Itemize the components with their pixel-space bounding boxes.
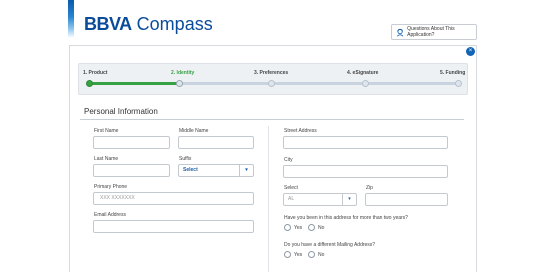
- primary-phone-field[interactable]: XXX XXXXXXX: [93, 192, 254, 205]
- primary-phone-label: Primary Phone: [94, 184, 128, 190]
- suffix-select[interactable]: Select ▾: [178, 164, 254, 177]
- email-field[interactable]: [93, 220, 254, 233]
- mailing-no-radio[interactable]: [308, 251, 315, 258]
- chevron-down-icon: ▾: [239, 165, 253, 176]
- first-name-field[interactable]: [93, 136, 170, 149]
- mailing-question: Do you have a different Mailing Address?: [284, 242, 376, 248]
- section-title: Personal Information: [84, 107, 158, 116]
- city-field[interactable]: [283, 165, 448, 178]
- state-select[interactable]: AL ▾: [283, 193, 357, 206]
- step-dot-preferences: [268, 80, 275, 87]
- suffix-label: Suffix: [179, 156, 192, 162]
- mailing-no-label: No: [318, 252, 325, 258]
- questions-button[interactable]: Questions About This Application?: [391, 24, 477, 40]
- middle-name-field[interactable]: [178, 136, 254, 149]
- step-dot-funding: [455, 80, 462, 87]
- suffix-select-value: Select: [183, 167, 198, 173]
- zip-label: Zip: [366, 185, 373, 191]
- city-label: City: [284, 157, 293, 163]
- state-select-value: AL: [288, 196, 295, 202]
- step-dot-identity: [176, 80, 183, 87]
- progress-steps: 1. Product 2. Identity 3. Preferences 4.…: [78, 63, 468, 95]
- two-years-question: Have you been in this address for more t…: [284, 215, 408, 221]
- chevron-down-icon: ▾: [342, 194, 356, 205]
- mailing-yes-label: Yes: [294, 252, 303, 258]
- progress-fill: [89, 82, 179, 85]
- step-identity: 2. Identity: [171, 70, 195, 76]
- two-years-no-label: No: [318, 225, 325, 231]
- two-years-yes-radio[interactable]: [284, 224, 291, 231]
- questions-button-label: Questions About This Application?: [407, 26, 455, 38]
- middle-name-label: Middle Name: [179, 128, 209, 134]
- support-person-icon: [396, 28, 404, 36]
- last-name-field[interactable]: [93, 164, 170, 177]
- step-product: 1. Product: [83, 70, 108, 76]
- column-divider: [268, 126, 269, 272]
- zip-field[interactable]: [365, 193, 448, 206]
- section-divider: [80, 119, 464, 120]
- two-years-no-radio[interactable]: [308, 224, 315, 231]
- close-icon[interactable]: ×: [466, 47, 475, 56]
- brand-bar: [68, 0, 74, 38]
- email-label: Email Address: [94, 212, 126, 218]
- street-address-label: Street Address: [284, 128, 317, 134]
- mailing-yes-radio[interactable]: [284, 251, 291, 258]
- bbva-compass-logo: BBVA Compass: [84, 14, 213, 35]
- last-name-label: Last Name: [94, 156, 119, 162]
- step-preferences: 3. Preferences: [254, 70, 289, 76]
- street-address-field[interactable]: [283, 136, 448, 149]
- logo-compass: Compass: [131, 14, 213, 34]
- step-dot-esignature: [362, 80, 369, 87]
- step-dot-product: [86, 80, 93, 87]
- logo-bbva: BBVA: [84, 14, 132, 34]
- first-name-label: First Name: [94, 128, 119, 134]
- step-esignature: 4. eSignature: [347, 70, 379, 76]
- step-funding: 5. Funding: [440, 70, 466, 76]
- state-label: Select: [284, 185, 298, 191]
- two-years-yes-label: Yes: [294, 225, 303, 231]
